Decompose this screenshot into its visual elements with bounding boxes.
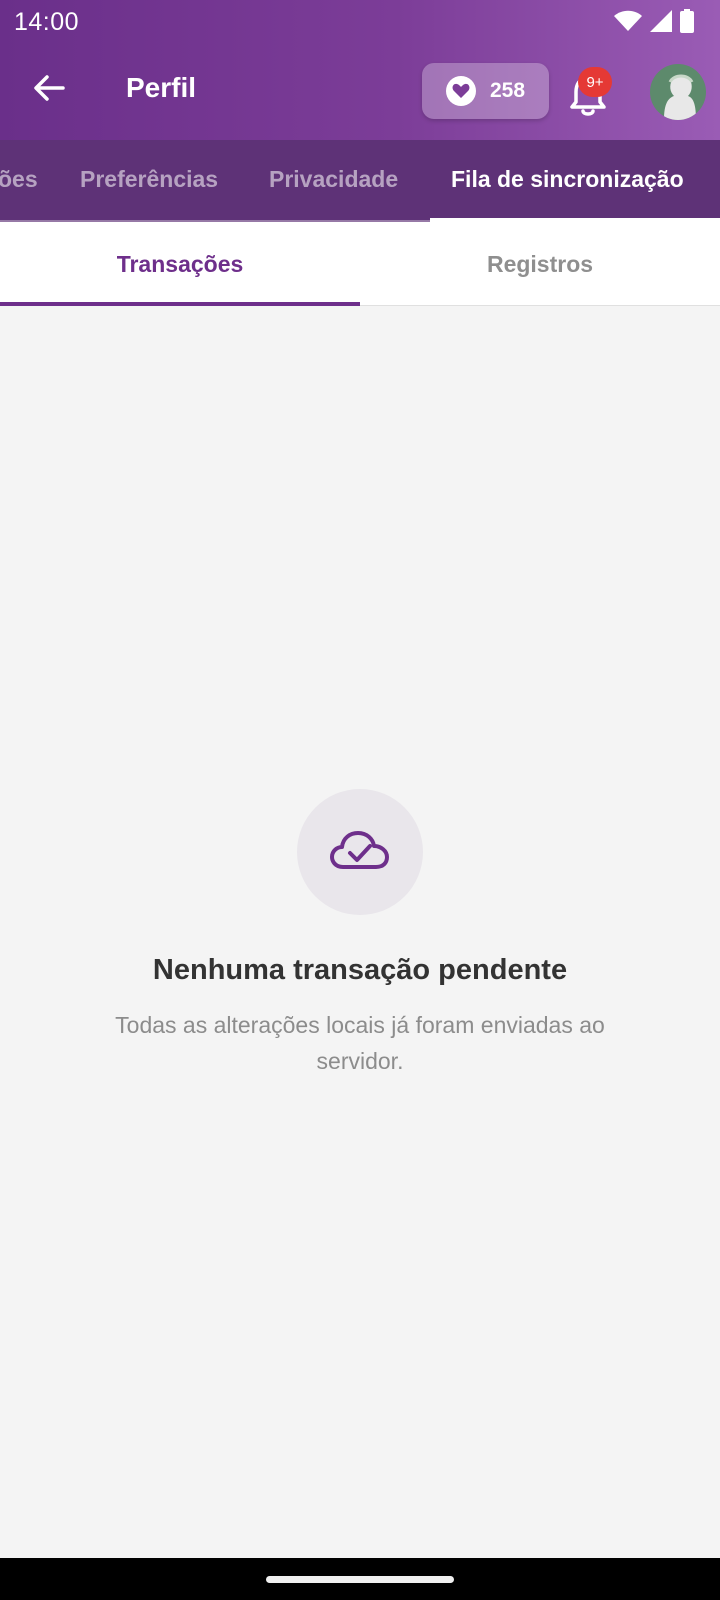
tab-preferencias[interactable]: Preferências — [80, 166, 218, 193]
empty-state-title: Nenhuma transação pendente — [152, 954, 568, 986]
status-time: 14:00 — [14, 8, 80, 36]
tab-fila-de-sincronizacao[interactable]: Fila de sincronização — [451, 166, 684, 193]
subtab-registros[interactable]: Registros — [360, 222, 720, 306]
page-title: Perfil — [126, 72, 197, 103]
subtab-transacoes[interactable]: Transações — [0, 222, 360, 306]
avatar[interactable] — [650, 64, 706, 120]
back-button[interactable] — [22, 66, 76, 114]
empty-state-subtitle: Todas as alterações locais já foram envi… — [115, 1012, 605, 1074]
points-chip[interactable]: 258 — [422, 63, 549, 119]
app-bar: Perfil 258 9+ — [0, 44, 720, 138]
battery-icon — [680, 9, 694, 33]
tab-partial[interactable]: ões — [0, 166, 38, 193]
system-navigation-bar — [0, 1558, 720, 1600]
empty-state-icon-container — [297, 789, 423, 915]
tab-privacidade[interactable]: Privacidade — [269, 166, 398, 193]
signal-icon — [650, 10, 672, 32]
wifi-icon — [614, 10, 642, 32]
status-bar: 14:00 — [0, 0, 720, 44]
cloud-check-icon — [329, 829, 391, 876]
heart-icon — [446, 76, 476, 106]
points-value: 258 — [490, 79, 526, 102]
sub-tab-bar: Transações Registros — [0, 222, 720, 306]
notification-badge: 9+ — [578, 67, 612, 97]
active-subtab-indicator — [0, 302, 360, 306]
main-tab-bar: ões Preferências Privacidade Fila de sin… — [0, 140, 720, 222]
status-icons — [614, 8, 694, 34]
home-gesture-handle[interactable] — [266, 1576, 454, 1583]
arrow-left-icon — [33, 74, 65, 107]
